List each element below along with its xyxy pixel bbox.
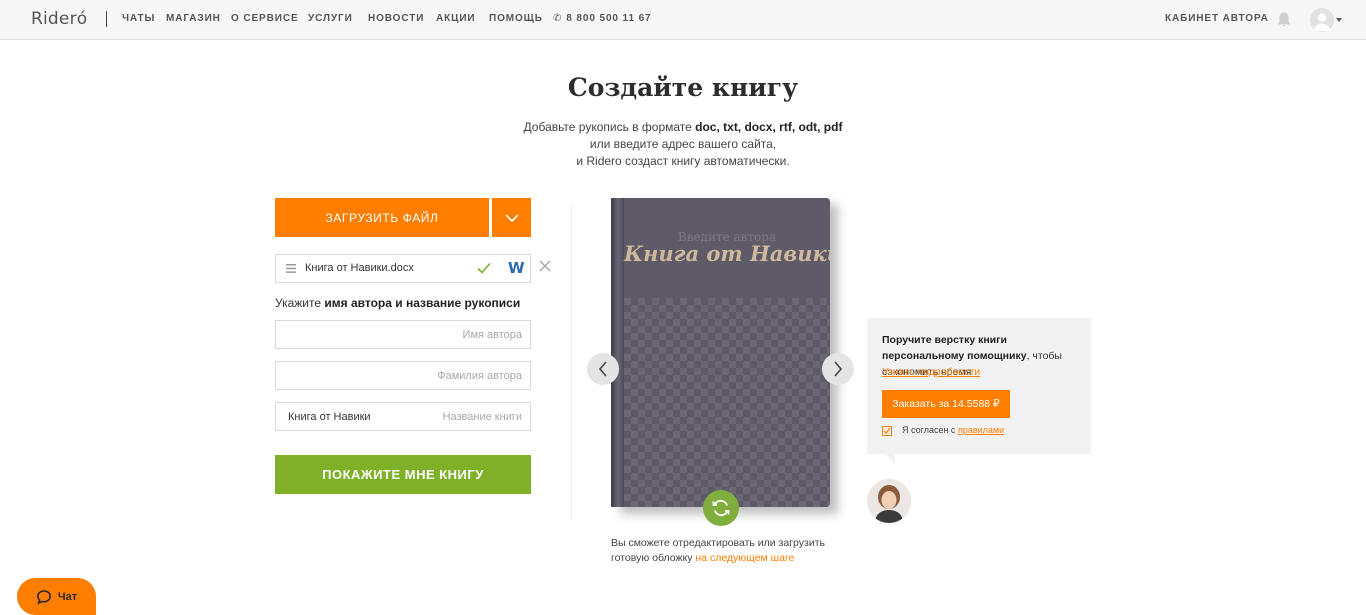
- promo-text-bold: Поручите верстку книги персональному пом…: [882, 334, 1027, 362]
- rules-link[interactable]: правилами: [958, 425, 1004, 435]
- book-title-field[interactable]: Книга от Навики Название книги: [275, 402, 531, 431]
- page-title: Создайте книгу: [567, 73, 799, 102]
- agree-label: Я согласен с правилами: [902, 425, 1004, 435]
- subtitle-formats: doc, txt, docx, rtf, odt, pdf: [695, 120, 843, 134]
- column-divider: [571, 206, 572, 520]
- order-layout-button[interactable]: Заказать за 14.5588 ₽: [882, 390, 1010, 418]
- top-navigation-bar: Riderо́ ЧАТЫ МАГАЗИН О СЕРВИСЕ УСЛУГИ НО…: [0, 0, 1366, 40]
- chevron-down-icon[interactable]: [1336, 18, 1342, 22]
- chevron-left-icon: [598, 361, 607, 377]
- assistant-photo-icon: [867, 479, 911, 523]
- subtitle-line2: или введите адрес вашего сайта,: [589, 137, 777, 151]
- nav-shop[interactable]: МАГАЗИН: [166, 13, 221, 24]
- hint-prefix: Укажите: [275, 296, 325, 310]
- word-document-icon: W: [508, 259, 525, 277]
- nav-promos[interactable]: АКЦИИ: [436, 13, 476, 24]
- remove-file-close-icon[interactable]: [538, 259, 552, 273]
- logo-divider: [106, 11, 107, 27]
- user-silhouette-icon: [1314, 13, 1330, 31]
- phone-text: 8 800 500 11 67: [566, 13, 652, 24]
- next-step-link[interactable]: на следующем шаге: [695, 552, 794, 564]
- next-cover-button[interactable]: [822, 353, 854, 385]
- phone-number[interactable]: ✆ 8 800 500 11 67: [553, 13, 652, 24]
- book-cover-preview: Введите автора Книга от Навики: [611, 198, 830, 507]
- nav-services[interactable]: УСЛУГИ: [308, 13, 353, 24]
- nav-help[interactable]: ПОМОЩЬ: [489, 13, 543, 24]
- uploaded-file-name: Книга от Навики.docx: [305, 262, 414, 274]
- phone-icon: ✆: [553, 13, 563, 24]
- uploaded-file-row: Книга от Навики.docx W: [275, 254, 531, 283]
- author-title-hint: Укажите имя автора и название рукописи: [275, 296, 520, 310]
- book-cover-title: Книга от Навики: [624, 241, 830, 266]
- chevron-right-icon: [834, 361, 843, 377]
- hint-bold: имя автора и название рукописи: [324, 296, 521, 310]
- chat-bubble-icon: [36, 589, 51, 604]
- nav-news[interactable]: НОВОСТИ: [368, 13, 424, 24]
- chat-button[interactable]: Чат: [17, 578, 96, 615]
- regenerate-cover-button[interactable]: [703, 490, 739, 526]
- learn-more-link[interactable]: Узнать подробности: [882, 366, 980, 378]
- author-last-name-field[interactable]: Фамилия автора: [275, 361, 531, 390]
- user-avatar[interactable]: [1310, 8, 1334, 32]
- author-first-name-field[interactable]: Имя автора: [275, 320, 531, 349]
- subtitle-line1: Добавьте рукопись в формате: [523, 120, 696, 134]
- promo-bubble-tail: [885, 454, 895, 464]
- previous-cover-button[interactable]: [587, 353, 619, 385]
- upload-options-dropdown[interactable]: [492, 198, 531, 237]
- subtitle-line3: и Ridero создаст книгу автоматически.: [576, 154, 790, 168]
- page-subtitle: Добавьте рукопись в формате doc, txt, do…: [0, 119, 1366, 170]
- agree-text: Я согласен с: [902, 425, 958, 435]
- drag-handle-icon[interactable]: [286, 264, 296, 273]
- nav-about[interactable]: О СЕРВИСЕ: [231, 13, 299, 24]
- show-book-button[interactable]: ПОКАЖИТЕ МНЕ КНИГУ: [275, 455, 531, 494]
- author-last-name-placeholder: Фамилия автора: [437, 370, 522, 382]
- author-cabinet-link[interactable]: КАБИНЕТ АВТОРА: [1165, 13, 1269, 24]
- notifications-bell-icon[interactable]: [1276, 11, 1292, 29]
- layout-service-promo: Поручите верстку книги персональному пом…: [867, 318, 1091, 454]
- book-title-value: Книга от Навики: [288, 411, 371, 423]
- book-spine: [611, 198, 624, 507]
- upload-file-button[interactable]: ЗАГРУЗИТЬ ФАЙЛ: [275, 198, 489, 237]
- checkmark-icon: [477, 262, 491, 274]
- checkmark-icon: [883, 427, 891, 434]
- cover-edit-note: Вы сможете отредактировать или загрузить…: [611, 536, 841, 566]
- agree-checkbox[interactable]: [882, 426, 892, 436]
- book-cover-pattern: [624, 298, 830, 507]
- nav-chats[interactable]: ЧАТЫ: [122, 13, 155, 24]
- ridero-logo[interactable]: Riderо́: [31, 9, 87, 29]
- chevron-down-icon: [504, 213, 519, 222]
- assistant-avatar: [867, 479, 911, 523]
- author-first-name-placeholder: Имя автора: [462, 329, 522, 341]
- chat-label: Чат: [57, 590, 78, 603]
- refresh-icon: [712, 500, 730, 516]
- book-title-placeholder: Название книги: [442, 411, 522, 423]
